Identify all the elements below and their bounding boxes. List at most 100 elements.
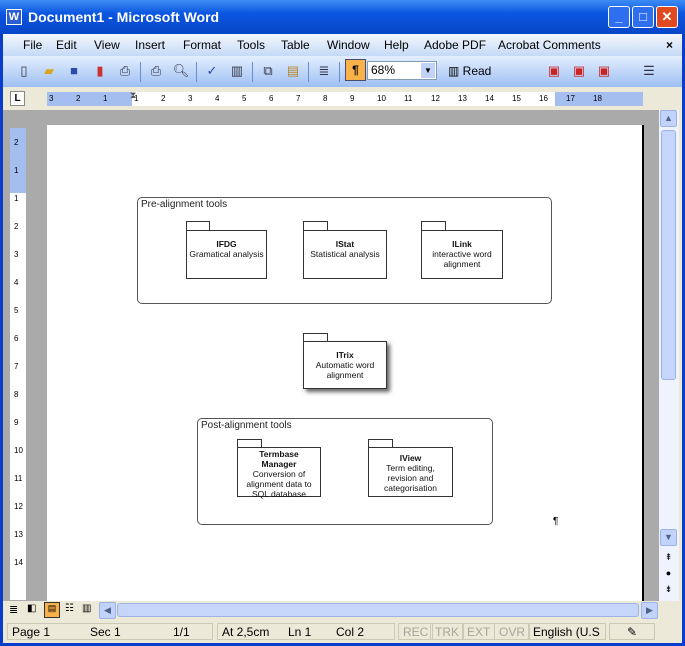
menu-insert[interactable]: Insert (135, 38, 165, 52)
ruler-tick-label: 16 (539, 94, 548, 103)
package-name: IFDG (216, 239, 237, 249)
new-document-icon[interactable]: ▯ (15, 62, 33, 80)
reading-layout-view-icon[interactable]: ▥ (82, 603, 91, 614)
ruler-tick-label: 3 (188, 94, 193, 103)
spelling-icon[interactable]: ✓ (203, 62, 221, 80)
minimize-button[interactable]: _ (608, 6, 630, 28)
package-desc: Term editing, revision and categorisatio… (384, 463, 437, 493)
columns-icon[interactable]: ≣ (315, 62, 333, 80)
open-icon[interactable]: ▰ (40, 62, 58, 80)
ruler-tick-label: 2 (161, 94, 166, 103)
chevron-down-icon[interactable]: ▼ (421, 63, 435, 78)
scroll-left-button[interactable]: ◀ (99, 602, 116, 619)
package-tab (303, 221, 328, 230)
menu-tools[interactable]: Tools (237, 38, 265, 52)
ruler-tick-label: 1 (103, 94, 108, 103)
ruler-tick-label: 2 (76, 94, 81, 103)
maximize-button[interactable]: □ (632, 6, 654, 28)
status-bar: Page 1 Sec 1 1/1 At 2,5cm Ln 1 Col 2 REC TRK… (3, 619, 682, 643)
ruler-tick-label: 12 (431, 94, 440, 103)
package-desc: Conversion of alignment data to SQL data… (246, 469, 312, 499)
ruler-tick-label: 14 (14, 558, 23, 567)
close-button[interactable]: ✕ (656, 6, 678, 28)
status-section: Sec 1 (90, 625, 121, 639)
previous-page-icon[interactable]: ⇞ (660, 549, 677, 565)
status-position: At 2,5cm Ln 1 Col 2 (217, 623, 395, 640)
menu-edit[interactable]: Edit (56, 38, 77, 52)
web-layout-view-icon[interactable]: ◧ (27, 603, 36, 614)
scroll-thumb[interactable] (661, 130, 676, 380)
ruler-tick-label: 9 (14, 418, 19, 427)
separator (308, 62, 309, 82)
ruler-tick-label: 4 (14, 278, 19, 287)
ruler-tick-label: 9 (350, 94, 355, 103)
ruler-tick-label: 10 (377, 94, 386, 103)
outline-view-icon[interactable]: ☷ (65, 603, 74, 614)
title-bar: W Document1 - Microsoft Word _ □ ✕ (0, 0, 685, 34)
next-page-icon[interactable]: ⇟ (660, 581, 677, 597)
menu-adobe-pdf[interactable]: Adobe PDF (424, 38, 486, 52)
zoom-select[interactable]: 68% ▼ (367, 61, 437, 80)
scroll-down-button[interactable]: ▼ (660, 529, 677, 546)
status-column: Col 2 (336, 625, 365, 639)
status-language[interactable]: English (U.S (528, 623, 606, 640)
copy-icon[interactable]: ⧉ (259, 62, 277, 80)
save-icon[interactable]: ■ (65, 62, 83, 80)
vertical-ruler[interactable]: 2 1 1 2 3 4 5 6 7 8 9 10 11 12 13 14 (10, 128, 26, 600)
package-termbase-manager: Termbase Manager Conversion of alignment … (237, 447, 321, 499)
scroll-right-button[interactable]: ▶ (641, 602, 658, 619)
print-preview-icon[interactable]: 🔍︎ (172, 62, 190, 80)
word-app-icon[interactable]: W (6, 9, 22, 25)
ruler-tick-label: 12 (14, 502, 23, 511)
status-ext[interactable]: EXT (462, 623, 496, 640)
window-title: Document1 - Microsoft Word (28, 9, 220, 25)
separator (196, 62, 197, 82)
menu-acrobat-comments[interactable]: Acrobat Comments (498, 38, 601, 52)
permission-icon[interactable]: ▮ (91, 62, 109, 80)
browse-buttons[interactable]: ⇞ ● ⇟ (660, 549, 677, 597)
ruler-tick-label: 2 (14, 138, 19, 147)
package-ifdg: IFDG Gramatical analysis (186, 230, 267, 279)
group-label: Post-alignment tools (201, 420, 292, 431)
package-name: IView (399, 453, 422, 463)
ruler-tick-label: 3 (14, 250, 19, 259)
print-layout-view-icon[interactable]: ▤ (44, 602, 60, 618)
tab-selector[interactable]: L (10, 91, 25, 106)
package-name: ITrix (336, 350, 354, 360)
spelling-status-icon[interactable]: ✎ (609, 623, 655, 640)
ruler-tick-label: 6 (14, 334, 19, 343)
read-button[interactable]: ▥ Read (448, 64, 491, 78)
package-desc: Automatic word alignment (315, 360, 375, 380)
status-rec[interactable]: REC (398, 623, 434, 640)
menu-help[interactable]: Help (384, 38, 409, 52)
convert-to-pdf-icon[interactable]: ▣ (545, 62, 563, 80)
normal-view-icon[interactable]: ≣ (9, 603, 18, 616)
menu-view[interactable]: View (94, 38, 120, 52)
menu-table[interactable]: Table (281, 38, 310, 52)
vertical-scrollbar[interactable]: ▲ ▼ ⇞ ● ⇟ (659, 110, 679, 601)
email-icon[interactable]: ⎙ (116, 62, 134, 80)
bullets-icon[interactable]: ☰ (640, 62, 658, 80)
horizontal-scroll-thumb[interactable] (117, 603, 639, 617)
package-desc: Gramatical analysis (189, 249, 264, 259)
paste-icon[interactable]: ▤ (284, 62, 302, 80)
pdf-review-icon[interactable]: ▣ (595, 62, 613, 80)
menu-file[interactable]: File (23, 38, 42, 52)
ruler-tick-label: 15 (512, 94, 521, 103)
status-pages: 1/1 (173, 625, 190, 639)
menu-format[interactable]: Format (183, 38, 221, 52)
close-document-button[interactable]: × (666, 38, 673, 52)
select-browse-object-icon[interactable]: ● (660, 565, 677, 581)
package-tab (421, 221, 446, 230)
pdf-email-icon[interactable]: ▣ (570, 62, 588, 80)
status-ovr[interactable]: OVR (494, 623, 531, 640)
show-hide-formatting-button[interactable]: ¶ (345, 59, 366, 81)
scroll-up-button[interactable]: ▲ (660, 110, 677, 127)
print-icon[interactable]: ⎙ (147, 62, 165, 80)
menu-window[interactable]: Window (327, 38, 370, 52)
indent-marker-icon[interactable]: ⧗ (130, 90, 140, 108)
package-iview: IView Term editing, revision and categori… (368, 447, 453, 497)
status-trk[interactable]: TRK (430, 623, 464, 640)
status-page-section: Page 1 Sec 1 1/1 (7, 623, 213, 640)
research-icon[interactable]: ▥ (228, 62, 246, 80)
